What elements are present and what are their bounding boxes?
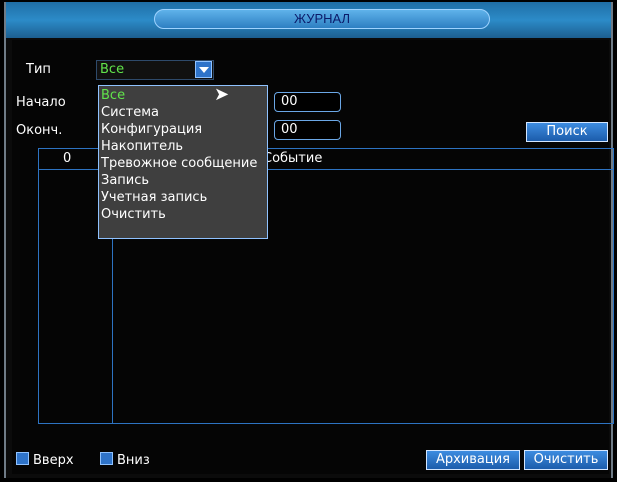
page-up-icon — [16, 452, 29, 465]
dropdown-item-clear[interactable]: Очистить — [99, 207, 269, 223]
mouse-pointer-icon: ➤ — [214, 84, 230, 105]
page-down-label: Вниз — [117, 453, 150, 468]
dropdown-item-account[interactable]: Учетная запись — [99, 190, 269, 206]
page-up-label: Вверх — [33, 453, 74, 468]
end-label: Оконч. — [16, 123, 63, 138]
dropdown-item-config[interactable]: Конфигурация — [99, 122, 269, 138]
dropdown-item-storage[interactable]: Накопитель — [99, 139, 269, 155]
clear-button[interactable]: Очистить — [524, 450, 608, 470]
page-down-button[interactable]: Вниз — [100, 452, 150, 468]
dropdown-item-all[interactable]: Все — [99, 88, 269, 104]
search-button[interactable]: Поиск — [526, 122, 608, 142]
dropdown-item-system[interactable]: Система — [99, 105, 269, 121]
page-down-icon — [100, 452, 113, 465]
column-event: Событие — [263, 151, 323, 166]
dropdown-item-alarm[interactable]: Тревожное сообщение — [99, 156, 269, 172]
end-time-field[interactable]: 00 — [274, 120, 341, 140]
chevron-down-icon[interactable] — [195, 61, 212, 78]
page-up-button[interactable]: Вверх — [16, 452, 74, 468]
log-content: Тип Все Начало 00 Оконч. 00 Поиск 0 Собы… — [12, 40, 614, 474]
archive-button[interactable]: Архивация — [426, 450, 520, 470]
type-label: Тип — [26, 62, 51, 77]
start-time-field[interactable]: 00 — [274, 92, 341, 112]
start-label: Начало — [16, 95, 66, 110]
title-bar: ЖУРНАЛ — [6, 2, 611, 38]
log-window: ЖУРНАЛ Тип Все Начало 00 Оконч. 00 Поиск… — [4, 2, 614, 478]
column-index: 0 — [63, 151, 72, 166]
type-dropdown-menu: Все Система Конфигурация Накопитель Трев… — [98, 85, 268, 239]
dropdown-item-record[interactable]: Запись — [99, 173, 269, 189]
window-title: ЖУРНАЛ — [154, 9, 490, 29]
